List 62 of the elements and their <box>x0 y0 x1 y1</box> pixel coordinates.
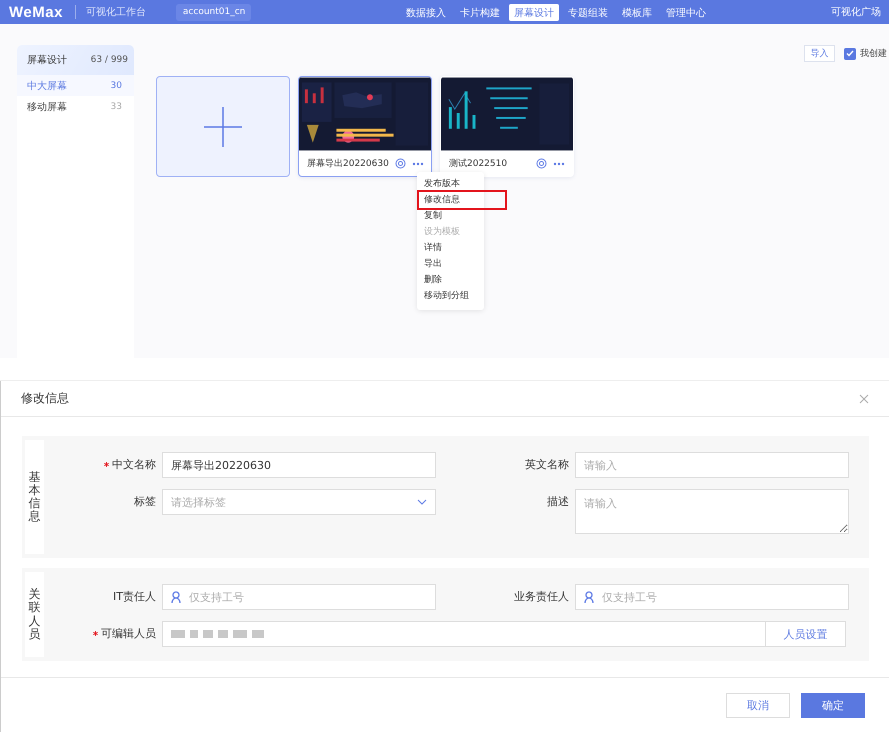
sidebar-title: 屏幕设计 <box>27 54 67 67</box>
item-count: 30 <box>110 80 122 90</box>
screen-card[interactable]: 屏幕导出20220630 <box>298 76 432 177</box>
section-title: 关联人员 <box>25 572 44 657</box>
text-area[interactable]: 请输入 <box>575 489 849 534</box>
menu-item[interactable]: 修改信息 <box>419 192 505 208</box>
chevron-icon <box>417 499 427 505</box>
select-field[interactable]: 请选择标签 <box>162 489 436 515</box>
sidebar-item[interactable]: 移动屏幕 33 <box>17 96 134 117</box>
menu-item[interactable]: 复制 <box>419 208 482 224</box>
input-field[interactable]: 请输入 <box>575 452 849 478</box>
account-dropdown[interactable]: account01_cn <box>176 4 251 20</box>
person-icon <box>171 591 181 603</box>
menu-item[interactable]: 删除 <box>419 272 482 288</box>
checkbox-label: 我创建 <box>860 48 887 60</box>
person-field[interactable]: 仅支持工号 <box>162 584 436 610</box>
person-field[interactable]: 仅支持工号 <box>575 584 849 610</box>
screen-card[interactable]: 测试2022510 <box>440 76 574 177</box>
field-label: IT责任人 <box>113 589 156 604</box>
field-label: 可编辑人员 <box>101 626 156 641</box>
logo: WeMax <box>9 4 63 20</box>
section-title: 基本信息 <box>25 440 44 554</box>
sidebar-item[interactable]: 中大屏幕 30 <box>17 75 134 96</box>
field-label: 英文名称 <box>525 457 569 472</box>
nav-tab[interactable]: 卡片构建 <box>454 4 505 20</box>
person-icon <box>584 591 594 603</box>
close-icon[interactable] <box>859 394 869 404</box>
redacted-block <box>252 630 264 638</box>
eye-icon[interactable] <box>536 158 547 169</box>
more-icon[interactable] <box>553 162 565 166</box>
menu-item[interactable]: 详情 <box>419 240 482 256</box>
people-settings-button[interactable]: 人员设置 <box>766 621 846 647</box>
cancel-button[interactable]: 取消 <box>726 692 790 718</box>
menu-item[interactable]: 发布版本 <box>419 176 482 192</box>
menu-item[interactable]: 导出 <box>419 256 482 272</box>
eye-icon[interactable] <box>394 158 406 169</box>
field-label: 标签 <box>134 494 156 509</box>
field-label: 描述 <box>547 494 569 509</box>
people-field[interactable] <box>162 621 766 647</box>
nav-tab[interactable]: 管理中心 <box>660 4 711 20</box>
card-title: 屏幕导出20220630 <box>307 158 389 170</box>
dialog-title: 修改信息 <box>21 390 69 407</box>
redacted-block <box>233 630 247 638</box>
nav-tab[interactable]: 屏幕设计 <box>508 4 559 20</box>
more-icon[interactable] <box>412 162 424 166</box>
nav-tab[interactable]: 模板库 <box>616 4 657 20</box>
menu-item[interactable]: 移动到分组 <box>419 288 482 304</box>
item-count: 33 <box>110 102 122 112</box>
import-button[interactable]: 导入 <box>804 45 835 62</box>
field-label: 中文名称 <box>112 457 156 472</box>
card-title: 测试2022510 <box>449 158 508 170</box>
input-field[interactable]: 屏幕导出20220630 <box>162 452 436 478</box>
plus-icon <box>203 106 243 146</box>
nav-tab[interactable]: 数据接入 <box>400 4 451 20</box>
app-subtitle: 可视化工作台 <box>74 5 146 19</box>
field-label: 业务责任人 <box>514 589 569 604</box>
sidebar-count: 63 / 999 <box>90 55 128 65</box>
redacted-block <box>171 630 185 638</box>
nav-link[interactable]: 可视化广场 <box>831 5 881 19</box>
confirm-button[interactable]: 确定 <box>801 692 865 718</box>
nav-tab[interactable]: 专题组装 <box>562 4 613 20</box>
checkbox[interactable] <box>844 48 856 60</box>
